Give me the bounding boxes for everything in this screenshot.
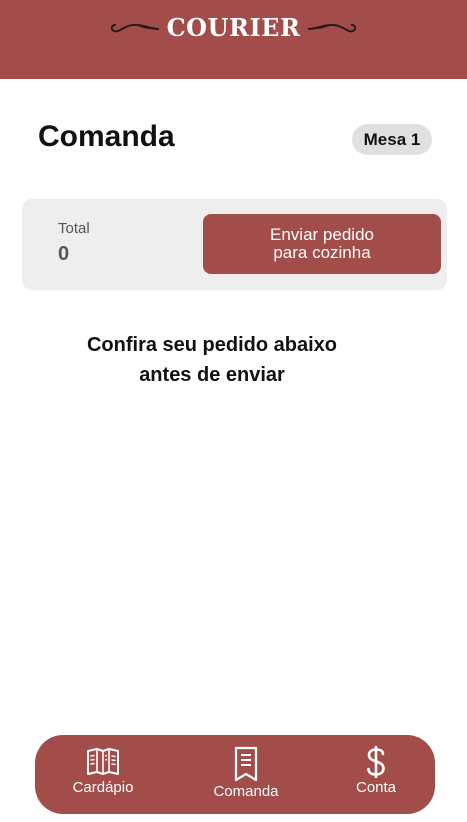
nav-item-conta[interactable]: Conta (345, 735, 407, 814)
nav-label-cardapio: Cardápio (72, 779, 134, 796)
total-value: 0 (58, 243, 70, 265)
flourish-right-icon (306, 20, 358, 36)
bottom-nav: Cardápio Comanda Conta (35, 735, 435, 814)
send-button-label-line2: para cozinha (273, 243, 371, 262)
nav-label-comanda: Comanda (213, 783, 279, 800)
nav-item-cardapio[interactable]: Cardápio (63, 735, 143, 814)
nav-label-conta: Conta (355, 779, 397, 796)
menu-book-icon (87, 748, 119, 775)
send-to-kitchen-button[interactable]: Enviar pedido para cozinha (203, 214, 441, 274)
instruction-line2: antes de enviar (139, 364, 285, 386)
total-label: Total (58, 220, 90, 237)
instruction-text: Confira seu pedido abaixo antes de envia… (50, 330, 374, 390)
receipt-icon (234, 746, 258, 782)
page-title: Comanda (38, 120, 175, 153)
instruction-line1: Confira seu pedido abaixo (86, 334, 338, 356)
flourish-left-icon (109, 20, 161, 36)
app-header: COURIER (0, 0, 467, 79)
send-button-label-line1: Enviar pedido (270, 225, 374, 244)
brand-logo: COURIER (109, 13, 359, 42)
app-root: COURIER Comanda Mesa 1 Total 0 Enviar pe… (0, 0, 467, 822)
nav-item-comanda[interactable]: Comanda (203, 735, 289, 814)
brand-title: COURIER (166, 13, 301, 42)
order-summary-card: Total 0 Enviar pedido para cozinha (22, 199, 447, 290)
dollar-icon (367, 746, 385, 778)
table-badge: Mesa 1 (352, 124, 432, 155)
